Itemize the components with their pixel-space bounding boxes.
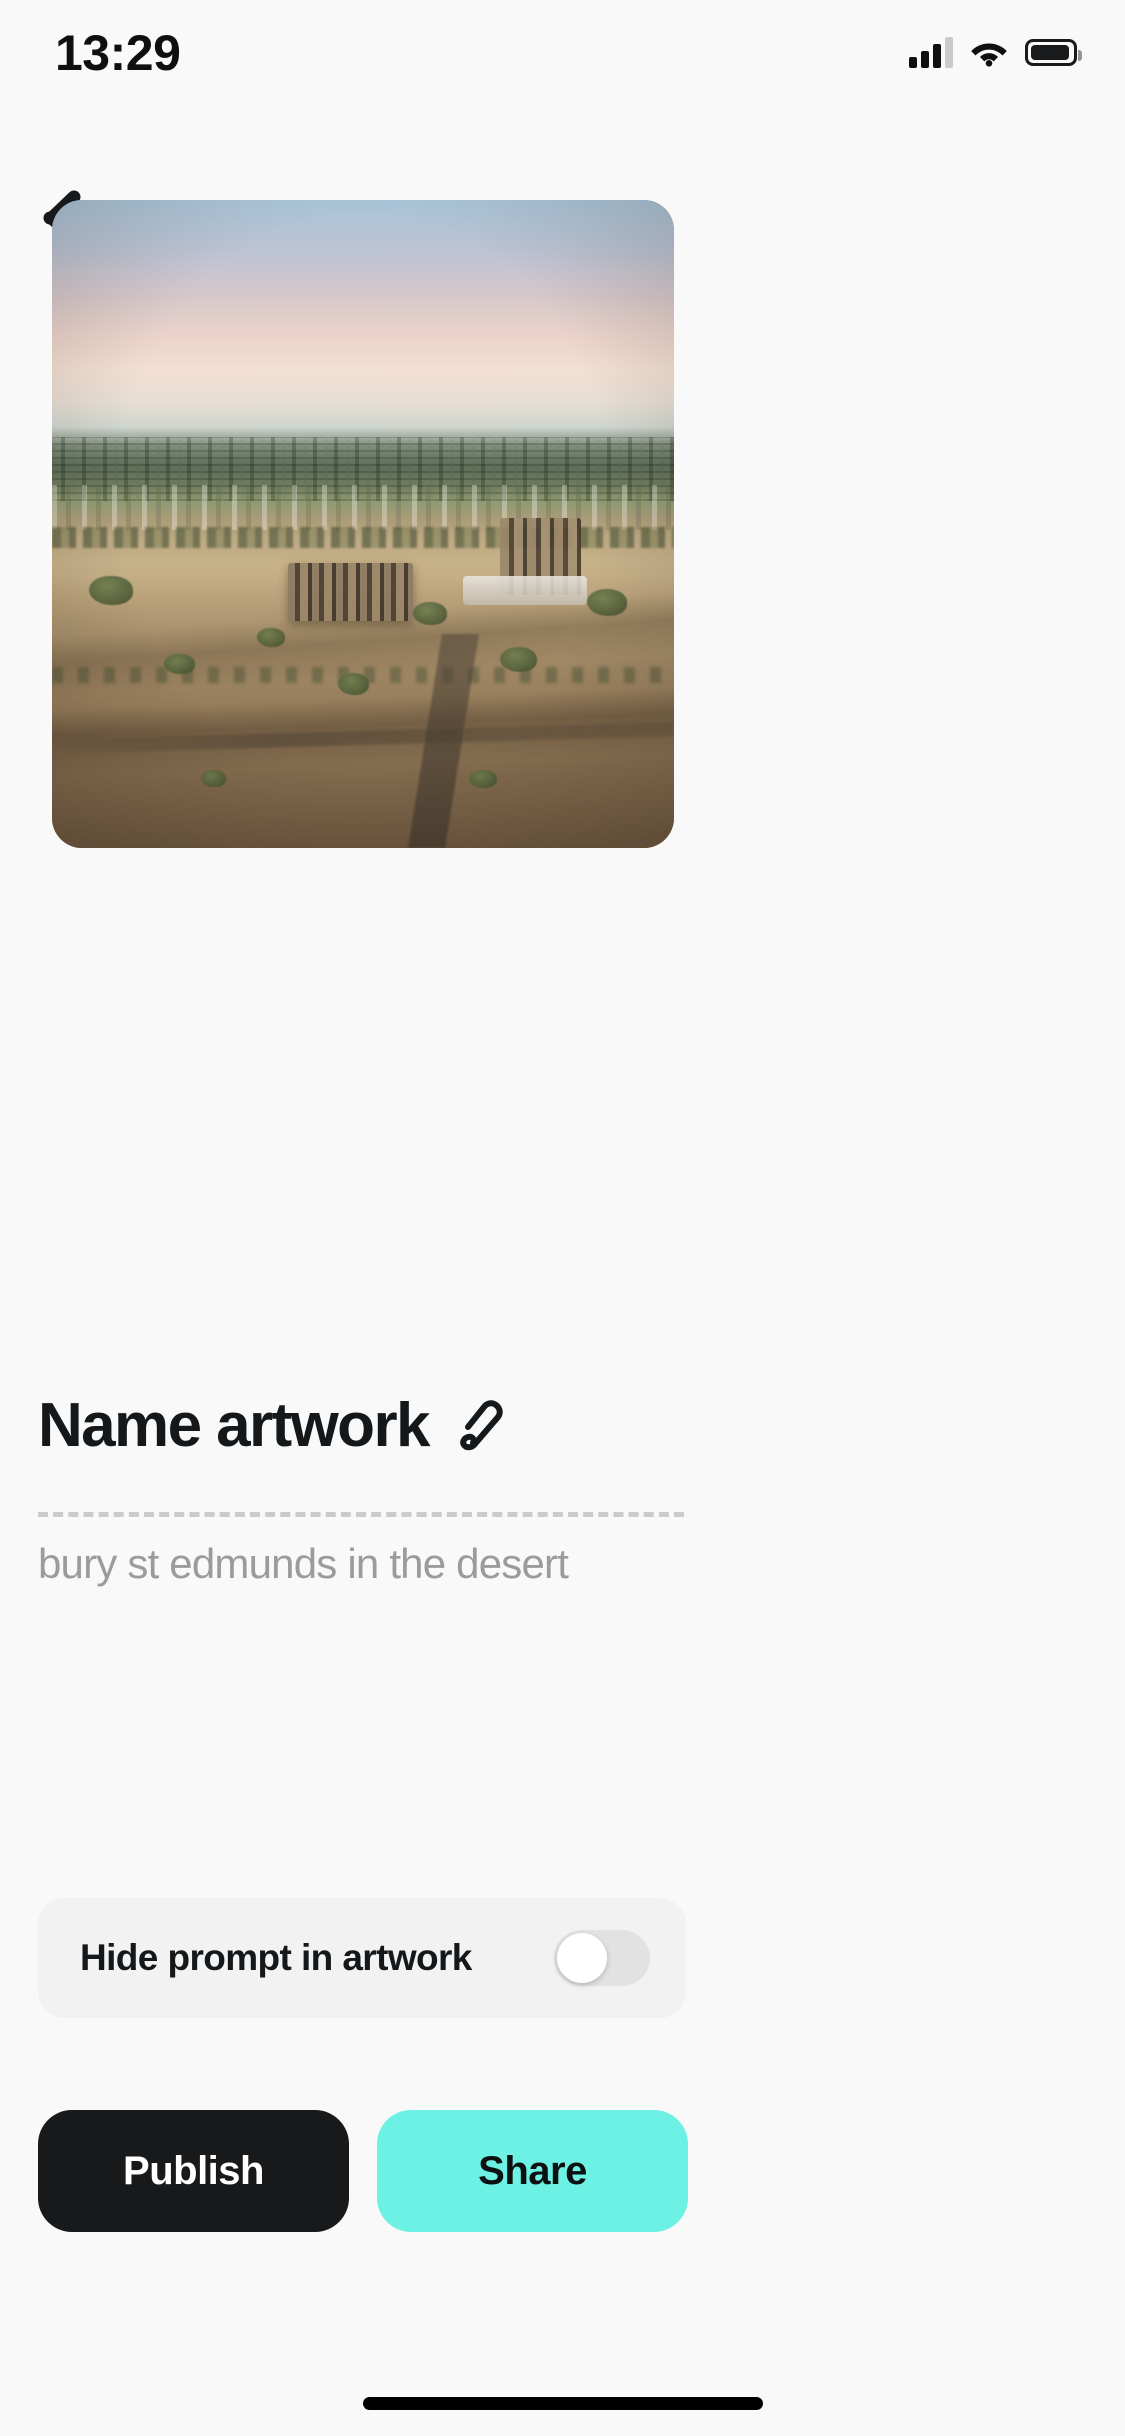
page-title: Name artwork [38, 1391, 430, 1460]
pencil-icon[interactable] [455, 1398, 507, 1454]
wifi-icon [969, 37, 1009, 67]
status-time: 13:29 [55, 25, 181, 81]
title-dashed-divider [38, 1512, 684, 1517]
action-buttons: Publish Share [38, 2110, 1087, 2232]
artwork-title-row[interactable]: Name artwork [38, 1395, 507, 1457]
toggle-knob [557, 1933, 607, 1983]
app-screen: 13:29 Name artwork bury st edmunds in th… [0, 0, 1125, 2436]
prompt-text: bury st edmunds in the desert [38, 1540, 569, 1587]
artwork-vignette [52, 200, 674, 848]
cellular-signal-icon [909, 36, 953, 68]
artwork-image [52, 200, 674, 848]
battery-icon [1025, 38, 1082, 66]
publish-button[interactable]: Publish [38, 2110, 349, 2232]
hide-prompt-toggle[interactable] [554, 1930, 650, 1986]
hide-prompt-label: Hide prompt in artwork [80, 1937, 472, 1978]
share-button[interactable]: Share [377, 2110, 688, 2232]
home-indicator [362, 2397, 763, 2410]
artwork-card[interactable] [52, 200, 674, 848]
status-bar: 13:29 [0, 0, 1125, 120]
hide-prompt-row[interactable]: Hide prompt in artwork [38, 1898, 686, 2018]
status-icons [909, 30, 1082, 74]
